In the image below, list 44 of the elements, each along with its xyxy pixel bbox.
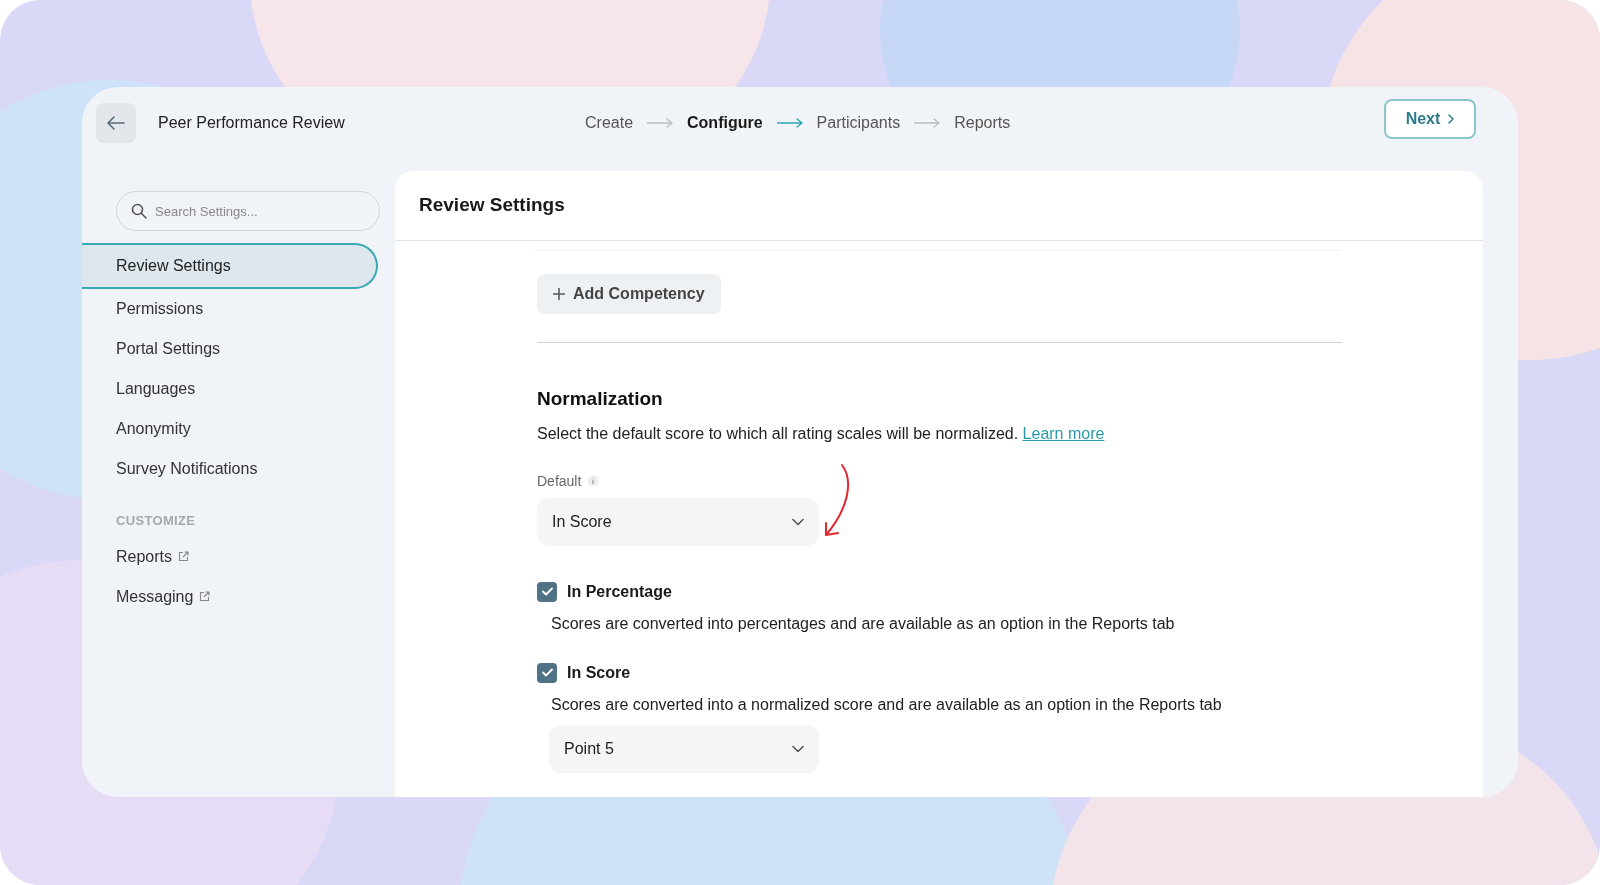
external-link-icon xyxy=(199,591,211,602)
sidebar-item[interactable]: Review Settings xyxy=(82,243,378,289)
chevron-down-icon xyxy=(792,744,804,753)
field-label: Default xyxy=(537,471,582,491)
review-title: Peer Performance Review xyxy=(158,113,345,133)
search-icon xyxy=(131,203,147,219)
option-description: Scores are converted into a normalized score and are available as an option in the Reports tab xyxy=(551,694,1223,715)
add-competency-button[interactable]: Add Competency xyxy=(537,274,721,314)
plus-icon xyxy=(553,288,565,300)
next-button[interactable]: Next xyxy=(1384,99,1476,139)
chevron-down-icon xyxy=(792,517,804,526)
sidebar-item[interactable]: Languages xyxy=(82,369,378,409)
step-tab[interactable]: Participants xyxy=(816,111,901,135)
step-arrow-icon xyxy=(914,118,941,128)
section-heading: CUSTOMIZE xyxy=(116,512,197,530)
step-tab[interactable]: Reports xyxy=(954,111,1011,135)
back-arrow-icon xyxy=(107,116,125,130)
search-field[interactable]: Search Settings... xyxy=(116,191,380,231)
sidebar-item[interactable]: Anonymity xyxy=(82,409,378,449)
sidebar-item[interactable]: Permissions xyxy=(82,289,378,329)
step-tab[interactable]: Configure xyxy=(687,111,763,135)
chevron-right-icon xyxy=(1448,114,1455,124)
option-label: In Percentage xyxy=(567,581,672,602)
checkbox[interactable] xyxy=(537,662,557,683)
step-arrow-icon xyxy=(776,118,803,128)
option-label: In Score xyxy=(567,662,631,683)
step-tab[interactable]: Create xyxy=(585,111,634,135)
sidebar-item[interactable]: Survey Notifications xyxy=(82,449,378,489)
scale-select[interactable]: Point 5 xyxy=(549,724,819,773)
sidebar-link[interactable]: Messaging xyxy=(116,584,194,609)
section-title: Normalization xyxy=(537,387,664,411)
external-link-icon xyxy=(178,551,190,562)
sidebar-link[interactable]: Reports xyxy=(116,544,173,569)
default-select[interactable]: In Score xyxy=(537,497,819,546)
step-arrow-icon xyxy=(647,118,674,128)
panel-title: Review Settings xyxy=(419,193,565,218)
option-description: Scores are converted into percentages and are available as an option in the Reports tab xyxy=(551,613,1176,634)
section-description: Select the default score to which all rating scales will be normalized. Learn more xyxy=(537,423,1106,444)
check-icon xyxy=(541,668,553,677)
info-icon xyxy=(587,475,600,487)
sidebar-item[interactable]: Portal Settings xyxy=(82,329,378,369)
back-button[interactable] xyxy=(96,103,136,143)
check-icon xyxy=(541,587,553,596)
checkbox[interactable] xyxy=(537,581,557,602)
